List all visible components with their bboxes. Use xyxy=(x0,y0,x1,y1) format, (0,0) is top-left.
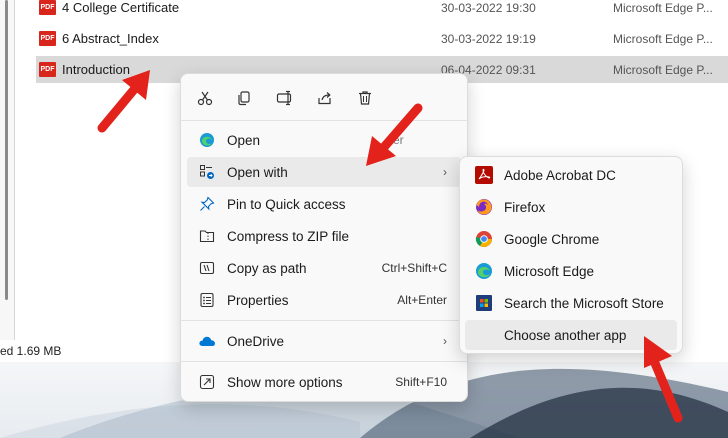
share-button[interactable] xyxy=(313,86,337,110)
file-date: 30-03-2022 19:30 xyxy=(441,0,536,15)
edge-icon xyxy=(197,130,217,150)
pin-icon xyxy=(197,194,217,214)
menu-item-show-more-options[interactable]: Show more options Shift+F10 xyxy=(187,367,461,397)
adobe-acrobat-icon xyxy=(475,166,493,184)
file-row[interactable]: PDF 4 College Certificate 30-03-2022 19:… xyxy=(36,0,728,21)
submenu-item-google-chrome[interactable]: Google Chrome xyxy=(465,224,677,254)
submenu-item-adobe-acrobat[interactable]: Adobe Acrobat DC xyxy=(465,160,677,190)
file-name: 6 Abstract_Index xyxy=(62,31,159,46)
file-date: 30-03-2022 19:19 xyxy=(441,31,536,46)
menu-item-pin-quick-access[interactable]: Pin to Quick access xyxy=(187,189,461,219)
onedrive-cloud-icon xyxy=(197,331,217,351)
zip-folder-icon xyxy=(197,226,217,246)
submenu-item-microsoft-store[interactable]: Search the Microsoft Store xyxy=(465,288,677,318)
menu-separator xyxy=(181,320,467,321)
scrollbar-thumb[interactable] xyxy=(5,0,8,300)
copy-icon xyxy=(238,91,250,106)
blank-icon xyxy=(475,326,493,344)
chevron-right-icon: › xyxy=(443,334,447,348)
navigation-pane-edge xyxy=(0,0,15,340)
file-name: 4 College Certificate xyxy=(62,0,180,15)
annotation-arrow-icon xyxy=(644,336,683,423)
firefox-icon xyxy=(475,198,493,216)
copy-button[interactable] xyxy=(232,86,256,110)
menu-item-copy-as-path[interactable]: Copy as path Ctrl+Shift+C xyxy=(187,253,461,283)
file-type: Microsoft Edge P... xyxy=(613,31,713,46)
menu-item-properties[interactable]: Properties Alt+Enter xyxy=(187,285,461,315)
properties-icon xyxy=(197,290,217,310)
edge-icon xyxy=(475,262,493,280)
submenu-item-firefox[interactable]: Firefox xyxy=(465,192,677,222)
file-type: Microsoft Edge P... xyxy=(613,0,713,15)
menu-item-onedrive[interactable]: OneDrive › xyxy=(187,326,461,356)
pdf-file-icon: PDF xyxy=(39,0,56,15)
show-more-options-icon xyxy=(197,372,217,392)
rename-button[interactable] xyxy=(273,86,297,110)
microsoft-store-icon xyxy=(475,294,493,312)
submenu-item-microsoft-edge[interactable]: Microsoft Edge xyxy=(465,256,677,286)
menu-separator xyxy=(181,361,467,362)
chrome-icon xyxy=(475,230,493,248)
annotation-arrow-icon xyxy=(366,103,423,166)
open-with-icon xyxy=(197,162,217,182)
shortcut-text: Ctrl+Shift+C xyxy=(381,261,447,275)
cut-button[interactable] xyxy=(193,86,217,110)
chevron-right-icon: › xyxy=(443,165,447,179)
share-icon xyxy=(318,92,331,105)
file-type: Microsoft Edge P... xyxy=(613,62,713,77)
shortcut-text: Alt+Enter xyxy=(397,293,447,307)
open-with-submenu: Adobe Acrobat DC Firefox Google Chrome M… xyxy=(459,156,683,354)
menu-item-compress-zip[interactable]: Compress to ZIP file xyxy=(187,221,461,251)
rename-icon xyxy=(276,90,292,106)
pdf-file-icon: PDF xyxy=(39,31,56,46)
file-row[interactable]: PDF 6 Abstract_Index 30-03-2022 19:19 Mi… xyxy=(36,25,728,52)
status-text: ed 1.69 MB xyxy=(0,344,62,358)
shortcut-text: Shift+F10 xyxy=(395,375,447,389)
annotation-arrow-icon xyxy=(97,70,150,133)
scissors-icon xyxy=(197,91,213,106)
copy-path-icon xyxy=(197,258,217,278)
pdf-file-icon: PDF xyxy=(39,62,56,77)
